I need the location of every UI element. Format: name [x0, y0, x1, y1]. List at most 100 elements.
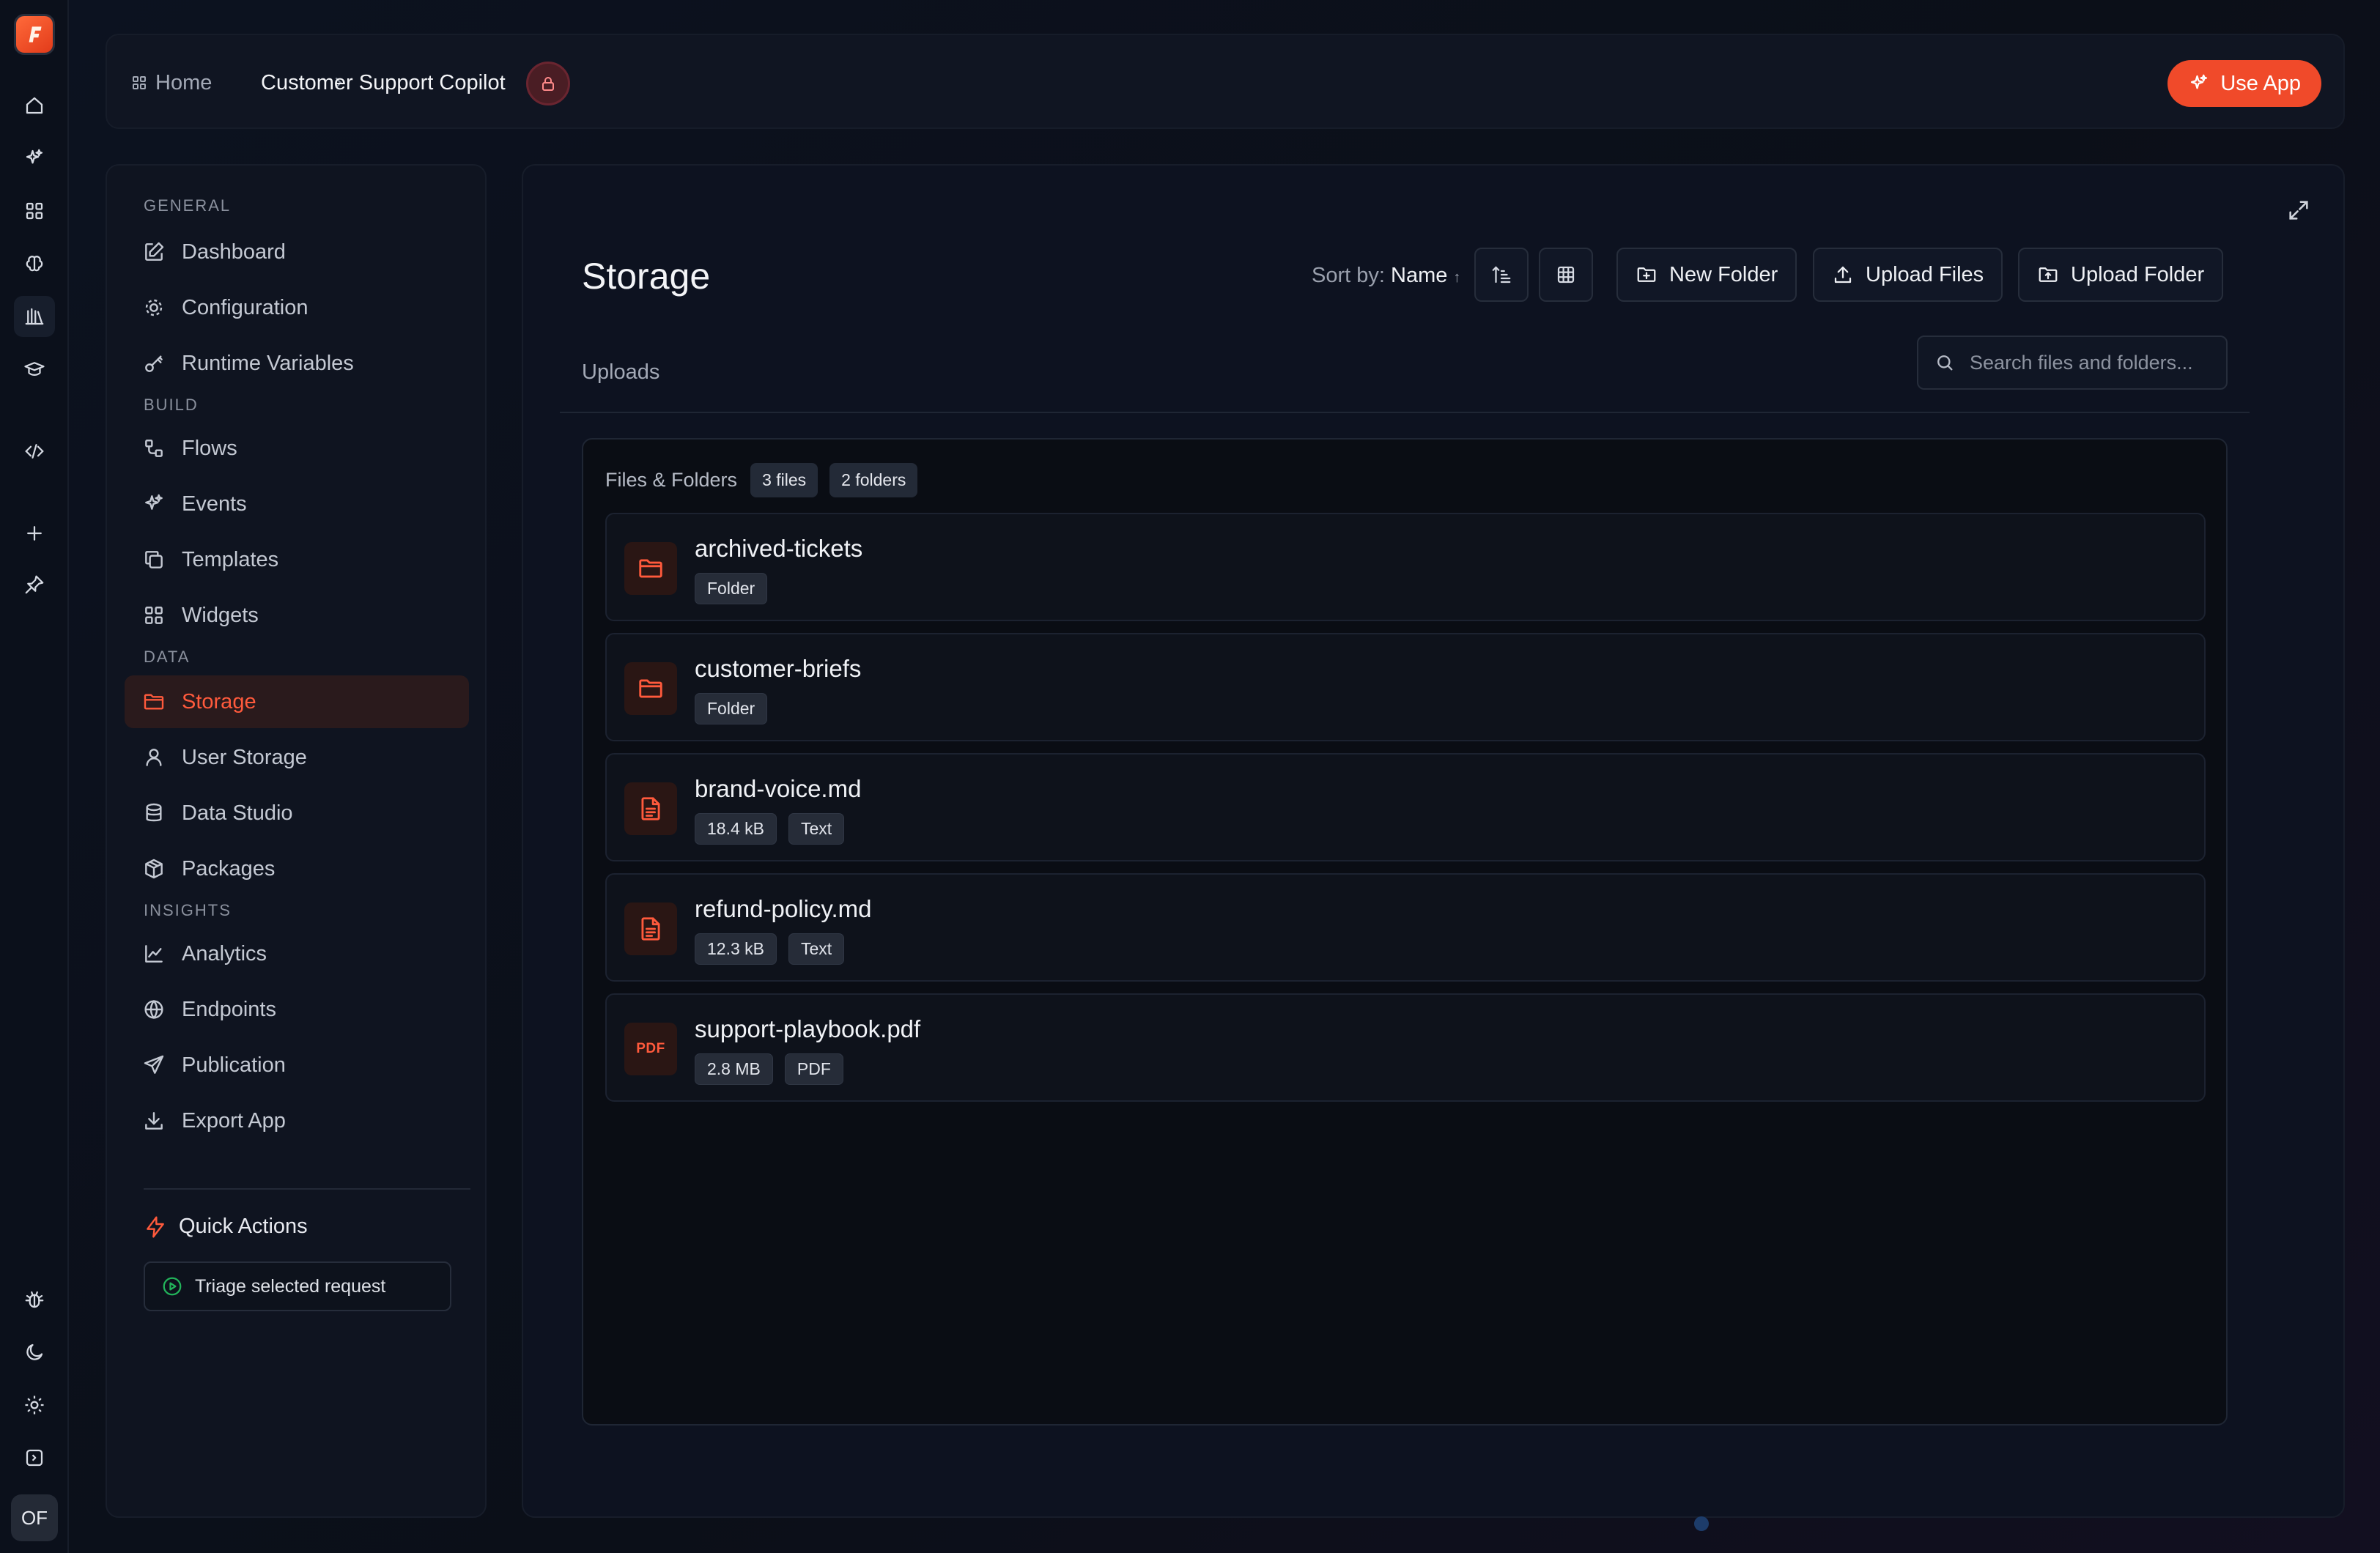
- list-item[interactable]: archived-tickets Folder: [605, 513, 2206, 621]
- new-folder-button[interactable]: New Folder: [1616, 248, 1797, 302]
- sidebar-item-label: Runtime Variables: [182, 351, 354, 375]
- breadcrumb-home[interactable]: Home: [130, 35, 212, 130]
- list-item[interactable]: brand-voice.md 18.4 kB Text: [605, 753, 2206, 861]
- sidebar-item-dashboard[interactable]: Dashboard: [125, 226, 469, 278]
- sort-value: Name: [1391, 264, 1448, 287]
- file-type-badge: Folder: [695, 693, 768, 724]
- edit-square-icon: [142, 240, 166, 264]
- library-icon[interactable]: [14, 296, 55, 337]
- file-name: support-playbook.pdf: [695, 1015, 921, 1042]
- sidebar-item-runtime-variables[interactable]: Runtime Variables: [125, 337, 469, 390]
- sidebar-item-label: Data Studio: [182, 801, 293, 825]
- tab-divider: [560, 412, 2250, 413]
- expand-icon[interactable]: [2286, 198, 2311, 223]
- globe-icon: [142, 998, 166, 1021]
- sparkles-icon: [2188, 73, 2210, 94]
- new-folder-label: New Folder: [1669, 262, 1778, 286]
- list-item[interactable]: refund-policy.md 12.3 kB Text: [605, 873, 2206, 982]
- collapse-panel-icon[interactable]: [14, 1437, 55, 1478]
- sidebar: GENERAL Dashboard Configuration Runtime …: [106, 164, 487, 1518]
- sparkles-icon[interactable]: [14, 138, 55, 179]
- breadcrumb-current: Customer Support Copilot: [261, 70, 506, 94]
- database-icon: [142, 801, 166, 825]
- sidebar-item-configuration[interactable]: Configuration: [125, 281, 469, 334]
- top-bar: Home Customer Support Copilot Use App: [106, 34, 2345, 129]
- sort-direction: ↑: [1453, 270, 1461, 286]
- play-circle-icon: [161, 1275, 183, 1297]
- line-chart-icon: [142, 942, 166, 965]
- upload-icon: [1832, 264, 1854, 286]
- triage-selected-request-button[interactable]: Triage selected request: [144, 1261, 451, 1311]
- sidebar-item-label: Configuration: [182, 295, 308, 319]
- graduation-cap-icon[interactable]: [14, 349, 55, 390]
- section-label-build: BUILD: [144, 396, 199, 414]
- sidebar-item-export-app[interactable]: Export App: [125, 1094, 469, 1147]
- sidebar-item-flows[interactable]: Flows: [125, 422, 469, 475]
- widgets-grid-icon: [142, 604, 166, 627]
- sidebar-item-label: Publication: [182, 1053, 286, 1077]
- sort-order-button[interactable]: [1474, 248, 1529, 302]
- files-header-label: Files & Folders: [605, 469, 738, 491]
- sort-ascending-icon: [1490, 264, 1512, 286]
- file-type-badge: Text: [788, 813, 845, 845]
- sidebar-item-label: Flows: [182, 436, 237, 460]
- sidebar-item-label: Widgets: [182, 603, 259, 627]
- app-logo-icon[interactable]: [14, 14, 55, 55]
- bug-icon[interactable]: [14, 1279, 55, 1320]
- folder-plus-icon: [1636, 264, 1658, 286]
- file-text-icon: [624, 782, 677, 835]
- sidebar-item-label: Packages: [182, 856, 276, 881]
- sidebar-item-widgets[interactable]: Widgets: [125, 589, 469, 642]
- folder-icon: [142, 690, 166, 714]
- sidebar-item-publication[interactable]: Publication: [125, 1039, 469, 1091]
- upload-files-button[interactable]: Upload Files: [1813, 248, 2003, 302]
- moon-icon[interactable]: [14, 1332, 55, 1373]
- flows-icon: [142, 437, 166, 460]
- search-field[interactable]: [1917, 336, 2228, 390]
- user-avatar[interactable]: OF: [11, 1494, 58, 1541]
- sidebar-item-label: Events: [182, 492, 247, 516]
- sidebar-item-label: Analytics: [182, 941, 267, 965]
- section-label-insights: INSIGHTS: [144, 901, 232, 919]
- sidebar-item-label: Templates: [182, 547, 279, 571]
- home-icon[interactable]: [14, 85, 55, 126]
- search-input[interactable]: [1970, 351, 2211, 374]
- brain-icon[interactable]: [14, 243, 55, 284]
- table-grid-icon: [1555, 264, 1577, 286]
- list-item[interactable]: customer-briefs Folder: [605, 633, 2206, 741]
- quick-actions-title: Quick Actions: [144, 1215, 308, 1239]
- sidebar-item-analytics[interactable]: Analytics: [125, 927, 469, 980]
- sort-label: Sort by:: [1312, 264, 1385, 287]
- folder-icon: [624, 542, 677, 595]
- use-app-button[interactable]: Use App: [2168, 60, 2321, 107]
- sidebar-item-data-studio[interactable]: Data Studio: [125, 787, 469, 839]
- file-name: archived-tickets: [695, 535, 863, 562]
- settings-gear-icon[interactable]: [14, 1385, 55, 1426]
- sidebar-item-endpoints[interactable]: Endpoints: [125, 983, 469, 1036]
- lock-icon[interactable]: [526, 62, 570, 105]
- sidebar-item-templates[interactable]: Templates: [125, 533, 469, 586]
- page-title: Storage: [582, 256, 711, 297]
- sidebar-divider: [144, 1188, 470, 1190]
- sort-control[interactable]: Sort by: Name ↑: [1312, 264, 1460, 288]
- lightning-icon: [144, 1215, 167, 1239]
- plus-icon[interactable]: [14, 513, 55, 554]
- grid-view-button[interactable]: [1539, 248, 1593, 302]
- copy-icon: [142, 548, 166, 571]
- list-item[interactable]: PDF support-playbook.pdf 2.8 MB PDF: [605, 993, 2206, 1102]
- code-icon[interactable]: [14, 431, 55, 472]
- file-size-badge: 18.4 kB: [695, 813, 777, 845]
- pin-icon[interactable]: [14, 564, 55, 605]
- quick-actions-label: Quick Actions: [179, 1215, 308, 1238]
- sidebar-item-label: Dashboard: [182, 240, 286, 264]
- sidebar-item-events[interactable]: Events: [125, 478, 469, 530]
- tab-uploads[interactable]: Uploads: [582, 360, 659, 385]
- apps-grid-icon[interactable]: [14, 190, 55, 231]
- file-name: refund-policy.md: [695, 895, 872, 922]
- sidebar-item-user-storage[interactable]: User Storage: [125, 731, 469, 784]
- sidebar-item-storage[interactable]: Storage: [125, 675, 469, 728]
- upload-folder-button[interactable]: Upload Folder: [2018, 248, 2224, 302]
- files-count-badge: 3 files: [750, 463, 818, 497]
- send-icon: [142, 1053, 166, 1077]
- sidebar-item-packages[interactable]: Packages: [125, 842, 469, 895]
